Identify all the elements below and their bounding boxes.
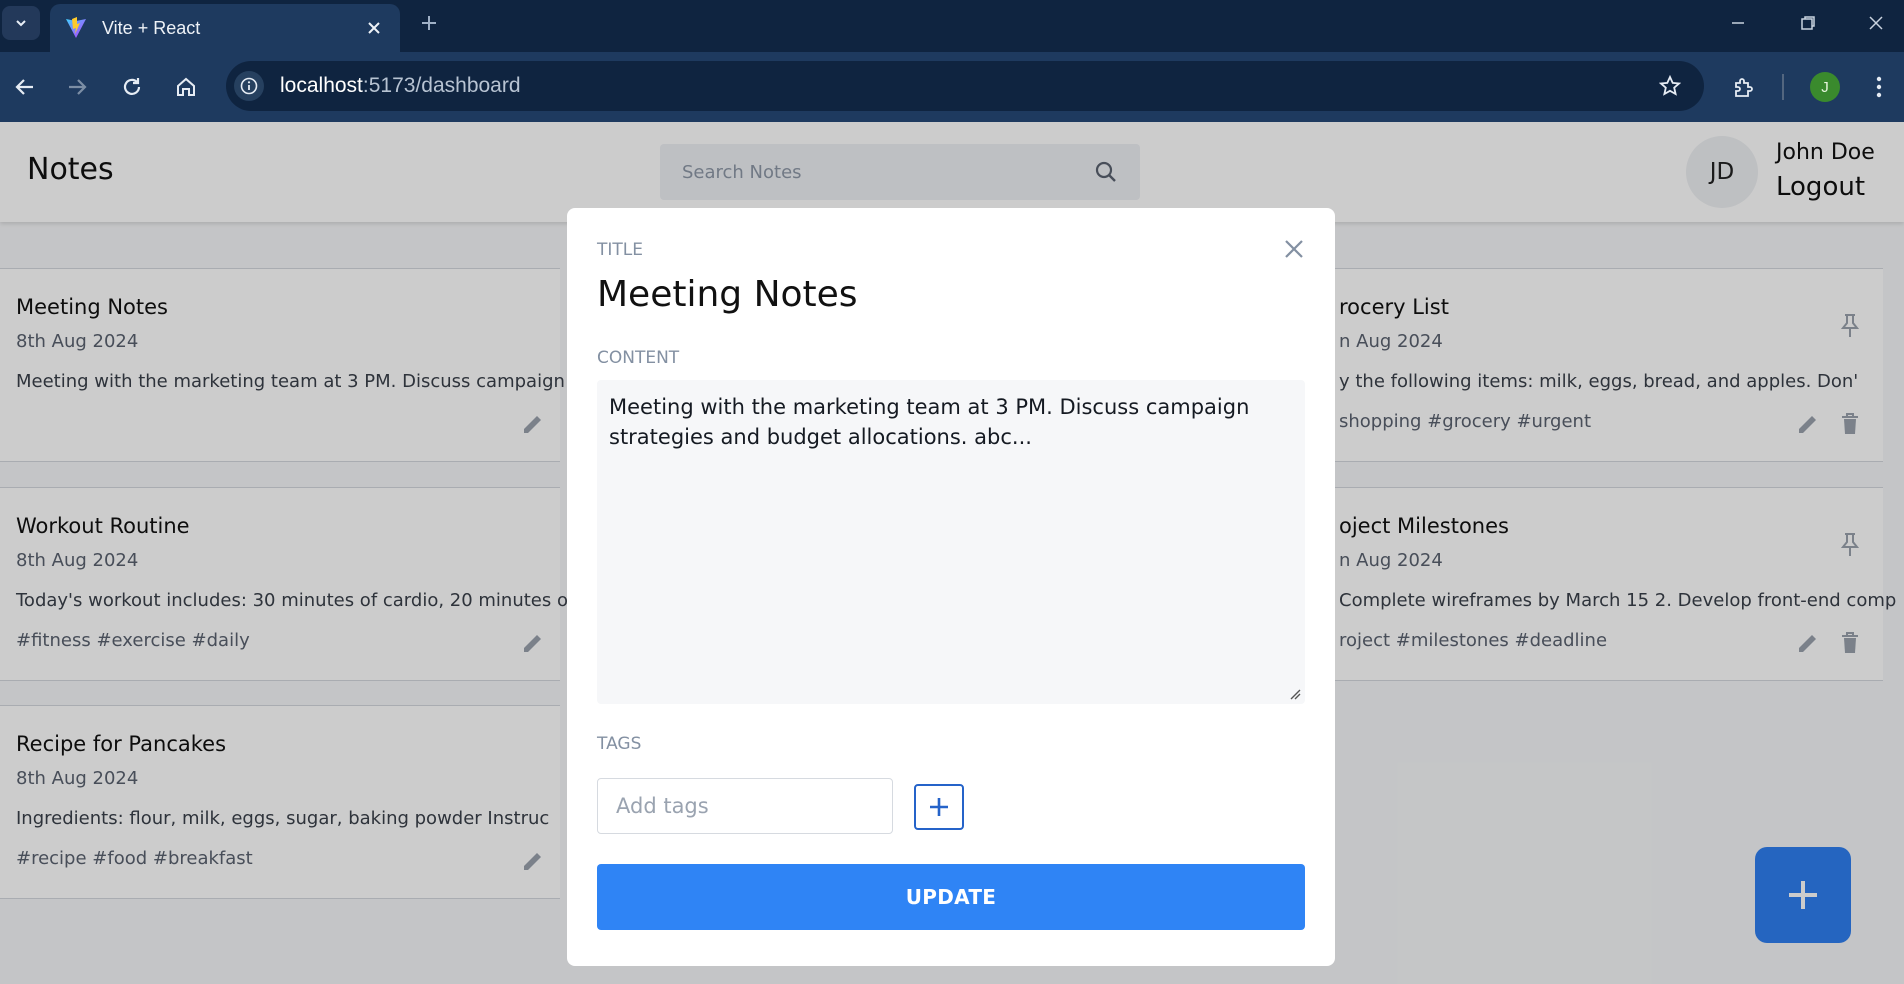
restore-icon[interactable] [1784, 6, 1832, 40]
content-label: CONTENT [597, 348, 680, 368]
plus-icon [930, 798, 948, 816]
tab-title: Vite + React [102, 17, 201, 38]
back-arrow-icon[interactable] [8, 70, 42, 104]
window-close-icon[interactable] [1852, 6, 1900, 40]
browser-tab-bar: Vite + React [0, 0, 1904, 52]
tags-input[interactable]: Add tags [597, 778, 893, 834]
title-label: TITLE [597, 240, 643, 260]
title-input[interactable]: Meeting Notes [597, 274, 858, 315]
profile-avatar[interactable]: J [1810, 72, 1840, 102]
bookmark-star-icon[interactable] [1650, 66, 1690, 106]
vite-logo-icon [66, 17, 86, 38]
content-textarea[interactable]: Meeting with the marketing team at 3 PM.… [597, 380, 1305, 704]
url-text: localhost:5173/dashboard [280, 74, 1650, 98]
content-text: Meeting with the marketing team at 3 PM.… [609, 395, 1250, 449]
reload-icon[interactable] [115, 70, 149, 104]
site-info-icon[interactable] [234, 71, 264, 101]
resize-handle-icon[interactable] [1287, 686, 1301, 700]
edit-note-modal: TITLE Meeting Notes CONTENT Meeting with… [567, 208, 1335, 966]
url-host: localhost [280, 74, 363, 97]
more-menu-icon[interactable] [1862, 70, 1896, 104]
tab-close-icon[interactable] [362, 16, 386, 40]
address-bar[interactable]: localhost:5173/dashboard [226, 61, 1704, 111]
add-tag-button[interactable] [914, 784, 964, 830]
extensions-puzzle-icon[interactable] [1727, 70, 1761, 104]
close-icon[interactable] [1279, 234, 1309, 264]
tags-label: TAGS [597, 734, 642, 754]
minimize-icon[interactable] [1714, 6, 1762, 40]
browser-toolbar: localhost:5173/dashboard J [0, 52, 1904, 122]
tab-search-button[interactable] [2, 6, 40, 40]
browser-tab[interactable]: Vite + React [50, 4, 400, 52]
home-icon[interactable] [169, 70, 203, 104]
chevron-down-icon [16, 20, 26, 27]
forward-arrow-icon[interactable] [60, 70, 94, 104]
new-tab-icon[interactable] [414, 8, 444, 38]
toolbar-separator [1782, 74, 1784, 100]
update-button[interactable]: UPDATE [597, 864, 1305, 930]
url-path: :5173/dashboard [362, 74, 521, 97]
